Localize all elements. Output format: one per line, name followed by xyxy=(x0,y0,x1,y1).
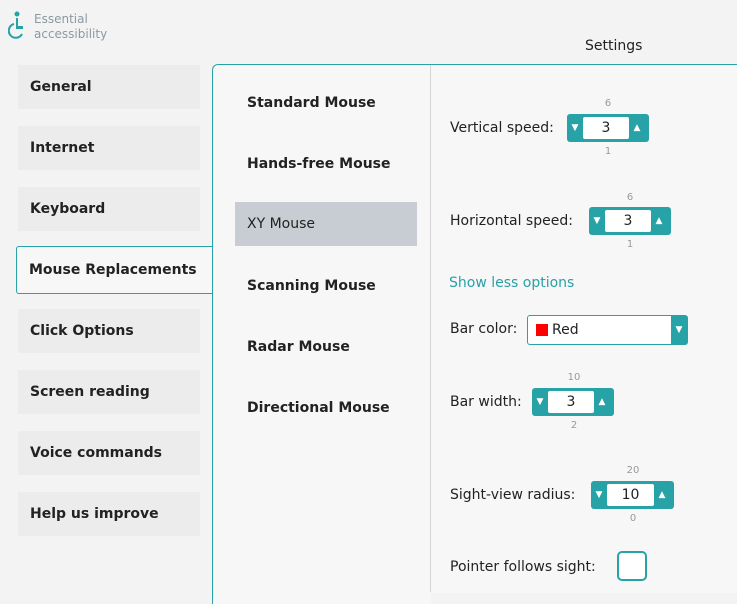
bar-color-label: Bar color: xyxy=(450,321,518,337)
bar-width-increment-button[interactable]: ▲ xyxy=(594,397,610,407)
horizontal-speed-decrement-button[interactable]: ▼ xyxy=(589,216,605,226)
chevron-down-icon[interactable]: ▼ xyxy=(671,316,687,344)
vertical-speed-stepper: ▼ 3 ▲ xyxy=(567,114,649,142)
sight-view-radius-decrement-button[interactable]: ▼ xyxy=(591,490,607,500)
subcategory-directional-mouse[interactable]: Directional Mouse xyxy=(235,386,417,430)
sight-view-radius-max: 20 xyxy=(626,465,640,476)
sight-view-radius-min: 0 xyxy=(629,513,637,524)
pointer-follows-sight-checkbox[interactable] xyxy=(617,551,647,581)
vertical-speed-value[interactable]: 3 xyxy=(583,117,629,139)
bar-color-select[interactable]: Red ▼ xyxy=(527,315,688,345)
bar-width-decrement-button[interactable]: ▼ xyxy=(532,397,548,407)
category-voice-commands[interactable]: Voice commands xyxy=(18,431,200,475)
sight-view-radius-stepper: ▼ 10 ▲ xyxy=(591,481,674,509)
category-mouse-replacements[interactable]: Mouse Replacements xyxy=(16,246,216,294)
subcategory-radar-mouse[interactable]: Radar Mouse xyxy=(235,325,417,369)
horizontal-speed-stepper: ▼ 3 ▲ xyxy=(589,207,671,235)
app-logo: Essential accessibility xyxy=(8,10,107,42)
wheelchair-icon xyxy=(8,11,23,39)
vertical-speed-max: 6 xyxy=(604,98,612,109)
logo-text-line2: accessibility xyxy=(34,27,108,41)
subcategory-xy-mouse[interactable]: XY Mouse xyxy=(235,202,417,246)
page-title: Settings xyxy=(585,38,643,54)
vertical-speed-min: 1 xyxy=(604,146,612,157)
horizontal-speed-min: 1 xyxy=(626,239,634,250)
show-less-options-link[interactable]: Show less options xyxy=(449,275,574,291)
vertical-speed-increment-button[interactable]: ▲ xyxy=(629,123,645,133)
category-internet[interactable]: Internet xyxy=(18,126,200,170)
vertical-speed-label: Vertical speed: xyxy=(450,120,554,136)
horizontal-speed-max: 6 xyxy=(626,192,634,203)
subcategory-scanning-mouse[interactable]: Scanning Mouse xyxy=(235,264,417,308)
vertical-speed-decrement-button[interactable]: ▼ xyxy=(567,123,583,133)
bar-width-stepper: ▼ 3 ▲ xyxy=(532,388,614,416)
sight-view-radius-value[interactable]: 10 xyxy=(607,484,654,506)
category-help-us-improve[interactable]: Help us improve xyxy=(18,492,200,536)
subcategory-standard-mouse[interactable]: Standard Mouse xyxy=(235,81,417,125)
bar-width-max: 10 xyxy=(567,372,581,383)
bar-color-value: Red xyxy=(552,322,579,338)
category-general[interactable]: General xyxy=(18,65,200,109)
bar-width-label: Bar width: xyxy=(450,394,522,410)
horizontal-speed-value[interactable]: 3 xyxy=(605,210,651,232)
category-keyboard[interactable]: Keyboard xyxy=(18,187,200,231)
subcategory-panel: Standard Mouse Hands-free Mouse XY Mouse… xyxy=(212,64,431,604)
horizontal-speed-label: Horizontal speed: xyxy=(450,213,573,229)
logo-text-line1: Essential xyxy=(34,12,88,26)
category-screen-reading[interactable]: Screen reading xyxy=(18,370,200,414)
bar-width-min: 2 xyxy=(570,420,578,431)
subcategory-hands-free-mouse[interactable]: Hands-free Mouse xyxy=(235,142,417,186)
sight-view-radius-label: Sight-view radius: xyxy=(450,487,576,503)
pointer-follows-sight-label: Pointer follows sight: xyxy=(450,559,596,575)
category-click-options[interactable]: Click Options xyxy=(18,309,200,353)
bar-width-value[interactable]: 3 xyxy=(548,391,594,413)
sight-view-radius-increment-button[interactable]: ▲ xyxy=(654,490,670,500)
horizontal-speed-increment-button[interactable]: ▲ xyxy=(651,216,667,226)
color-swatch xyxy=(536,324,548,336)
